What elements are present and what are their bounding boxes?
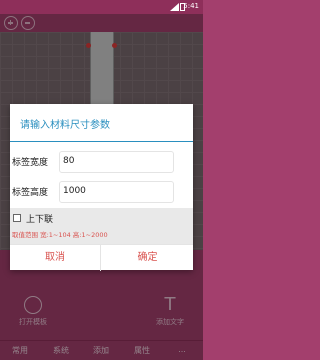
linked-checkbox-label[interactable]: 上下联	[26, 212, 53, 225]
height-input[interactable]: 1000	[59, 181, 174, 203]
height-label: 标签高度	[12, 188, 49, 198]
dialog-title: 请输入材料尺寸参数	[20, 120, 110, 131]
material-size-dialog: 请输入材料尺寸参数 标签宽度 80 标签高度 1000 上下联 取值范围 宽:1…	[10, 104, 193, 271]
linked-option-row: 上下联 取值范围 宽:1~104 高:1~2000	[10, 208, 193, 244]
title-divider	[10, 141, 193, 142]
height-row: 标签高度 1000	[10, 180, 193, 204]
width-label: 标签宽度	[12, 158, 49, 168]
linked-checkbox[interactable]	[13, 214, 21, 222]
width-row: 标签宽度 80	[10, 150, 193, 174]
confirm-button[interactable]: 确定	[102, 245, 193, 271]
status-bar: 5:41	[0, 0, 203, 14]
dialog-button-row: 取消 确定	[10, 244, 193, 271]
range-hint: 取值范围 宽:1~104 高:1~2000	[12, 231, 108, 239]
signal-icon	[170, 3, 179, 11]
width-input[interactable]: 80	[59, 151, 174, 173]
status-time: 5:41	[183, 2, 199, 10]
cancel-button[interactable]: 取消	[10, 245, 101, 271]
